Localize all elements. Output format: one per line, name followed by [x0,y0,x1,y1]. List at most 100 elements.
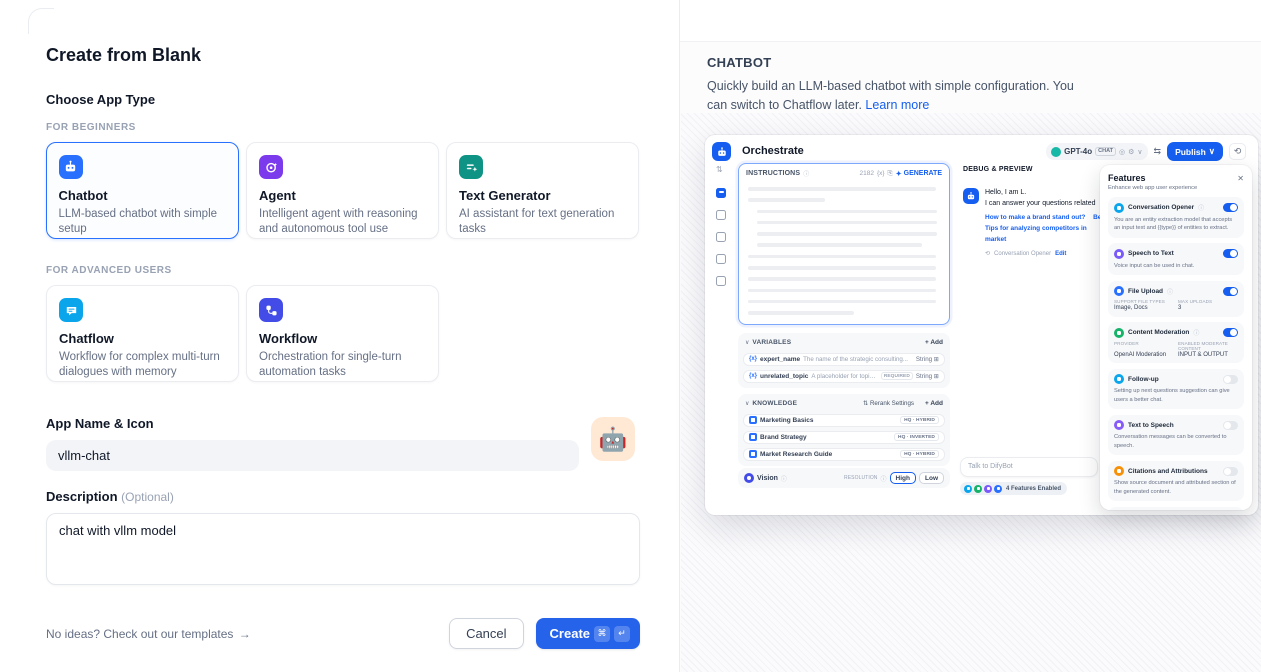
cancel-button[interactable]: Cancel [449,618,523,649]
app-type-card-chatbot[interactable]: Chatbot LLM-based chatbot with simple se… [46,142,239,239]
chevron-down-icon: ∨ [1137,148,1142,156]
tune-icon: ⇆ [1154,146,1162,157]
temperature-icon: ◎ [1119,148,1125,156]
preview-app-icon [712,142,731,161]
text-generator-icon [459,155,483,179]
nav-icon [716,276,726,286]
beginner-app-type-cards: Chatbot LLM-based chatbot with simple se… [46,142,640,239]
moderation-feature-icon [974,485,982,493]
knowledge-row: Market Research Guide HQ · HYBRID [743,448,945,462]
shield-icon [1114,328,1124,338]
model-selector: GPT-4o CHAT ◎ ⚙ ∨ [1046,143,1147,160]
caret-down-icon: ∨ [745,400,749,407]
card-title: Chatflow [59,331,226,347]
chat-mode-badge: CHAT [1095,147,1116,156]
conversation-opener-icon [1114,203,1124,213]
learn-more-link[interactable]: Learn more [865,98,929,112]
feature-file-upload: File Upload ⓘ SUPPORT FILE TYPES MAX UPL… [1108,281,1244,317]
app-name-input[interactable] [46,440,579,471]
description-label: Description (Optional) [46,489,640,505]
chatbot-icon [59,155,83,179]
card-desc: AI assistant for text generation tasks [459,207,626,237]
create-button[interactable]: Create ⌘ ↵ [536,618,640,649]
card-title: Agent [259,188,426,204]
app-icon-picker[interactable]: 🤖 [591,417,635,461]
chat-input: Talk to DifyBot [960,457,1098,477]
features-enabled-bar: 4 Features Enabled [960,482,1067,495]
app-name-row: App Name & Icon 🤖 [46,416,640,471]
advanced-app-type-cards: Chatflow Workflow for complex multi-turn… [46,285,640,382]
info-heading: CHATBOT [707,55,1233,70]
info-icon: ⓘ [881,474,887,483]
debug-chat-message: Hello, I am L. I can answer your questio… [963,188,1105,257]
for-advanced-users-label: FOR ADVANCED USERS [46,265,640,277]
knowledge-panel: ∨ KNOWLEDGE ⇅ Rerank Settings + Add Mark… [738,394,950,466]
sparkle-icon: ✦ [896,170,902,178]
speaker-icon [1114,420,1124,430]
add-knowledge-button: + Add [925,400,943,407]
publish-button: Publish ∨ [1167,142,1223,161]
toggle-on [1223,328,1238,337]
add-variable-button: + Add [925,339,943,346]
feature-follow-up: Follow-up Setting up next questions sugg… [1108,369,1244,410]
edit-opener-link: Edit [1055,251,1066,257]
variables-panel: ∨ VARIABLES + Add {x} expert_name The na… [738,333,950,388]
create-app-modal: Create from Blank Choose App Type FOR BE… [0,0,679,672]
card-title: Workflow [259,331,426,347]
feature-annotation-reply: Annotation Reply [1108,507,1244,510]
toggle-on [1223,203,1238,212]
app-name-label: App Name & Icon [46,416,640,432]
feature-text-to-speech: Text to Speech Conversation messages can… [1108,415,1244,456]
feature-speech-to-text: Speech to Text Voice input can be used i… [1108,243,1244,275]
history-icon: ⟲ [1229,143,1246,160]
knowledge-row: Marketing Basics HQ · HYBRID [743,414,945,428]
app-type-card-text-generator[interactable]: Text Generator AI assistant for text gen… [446,142,639,239]
upload-feature-icon [994,485,1002,493]
variable-token-icon: {x} [749,373,757,379]
toggle-on [1223,249,1238,258]
templates-link[interactable]: No ideas? Check out our templates → [46,627,251,641]
required-badge: REQUIRED [881,372,913,380]
chat-bubble-icon [1114,374,1124,384]
vision-panel: Vision ⓘ RESOLUTION ⓘ High Low [738,468,950,488]
variable-token-icon: {x} [749,356,757,362]
preview-page-title: Orchestrate [742,145,804,157]
app-type-card-agent[interactable]: Agent Intelligent agent with reasoning a… [246,142,439,239]
preview-sidebar-nav [716,188,726,286]
right-pane-top-strip [680,0,1261,42]
modal-footer: No ideas? Check out our templates → Canc… [46,618,640,649]
app-type-card-chatflow[interactable]: Chatflow Workflow for complex multi-turn… [46,285,239,382]
cmd-key-icon: ⌘ [594,626,610,642]
info-icon: ⓘ [1167,287,1173,296]
nav-orchestrate-icon [716,188,726,198]
caret-down-icon: ∨ [745,339,749,346]
opener-feature-icon [964,485,972,493]
info-description: Quickly build an LLM-based chatbot with … [707,77,1075,115]
card-title: Chatbot [59,188,227,204]
resolution-low-chip: Low [919,472,944,484]
variable-row: {x} unrelated_topic A placeholder for to… [743,370,945,384]
dataset-icon [749,450,757,458]
nav-icon [716,232,726,242]
bot-avatar [963,188,979,204]
chatbot-preview-screenshot: ⇅ Orchestrate GPT-4o CHAT ◎ ⚙ ∨ ⇆ Publis… [705,135,1258,515]
microphone-icon [1114,249,1124,259]
app-type-card-workflow[interactable]: Workflow Orchestration for single-turn a… [246,285,439,382]
knowledge-row: Brand Strategy HQ · INVERTED [743,431,945,445]
close-icon: ✕ [1237,174,1244,183]
choose-app-type-label: Choose App Type [46,92,640,108]
card-desc: Intelligent agent with reasoning and aut… [259,207,426,237]
toggle-on [1223,287,1238,296]
retrieval-tag: HQ · HYBRID [900,416,939,424]
card-desc: LLM-based chatbot with simple setup [59,207,227,237]
speech-feature-icon [984,485,992,493]
description-textarea[interactable]: chat with vllm model [46,513,640,585]
info-icon: ⓘ [781,474,787,483]
conversation-opener-icon: ⟲ [985,250,990,257]
toggle-off [1223,467,1238,476]
info-icon: ⓘ [803,169,809,178]
folder-icon [1114,286,1124,296]
enter-key-icon: ↵ [614,626,630,642]
card-title: Text Generator [459,188,626,204]
retrieval-tag: HQ · INVERTED [894,433,939,441]
